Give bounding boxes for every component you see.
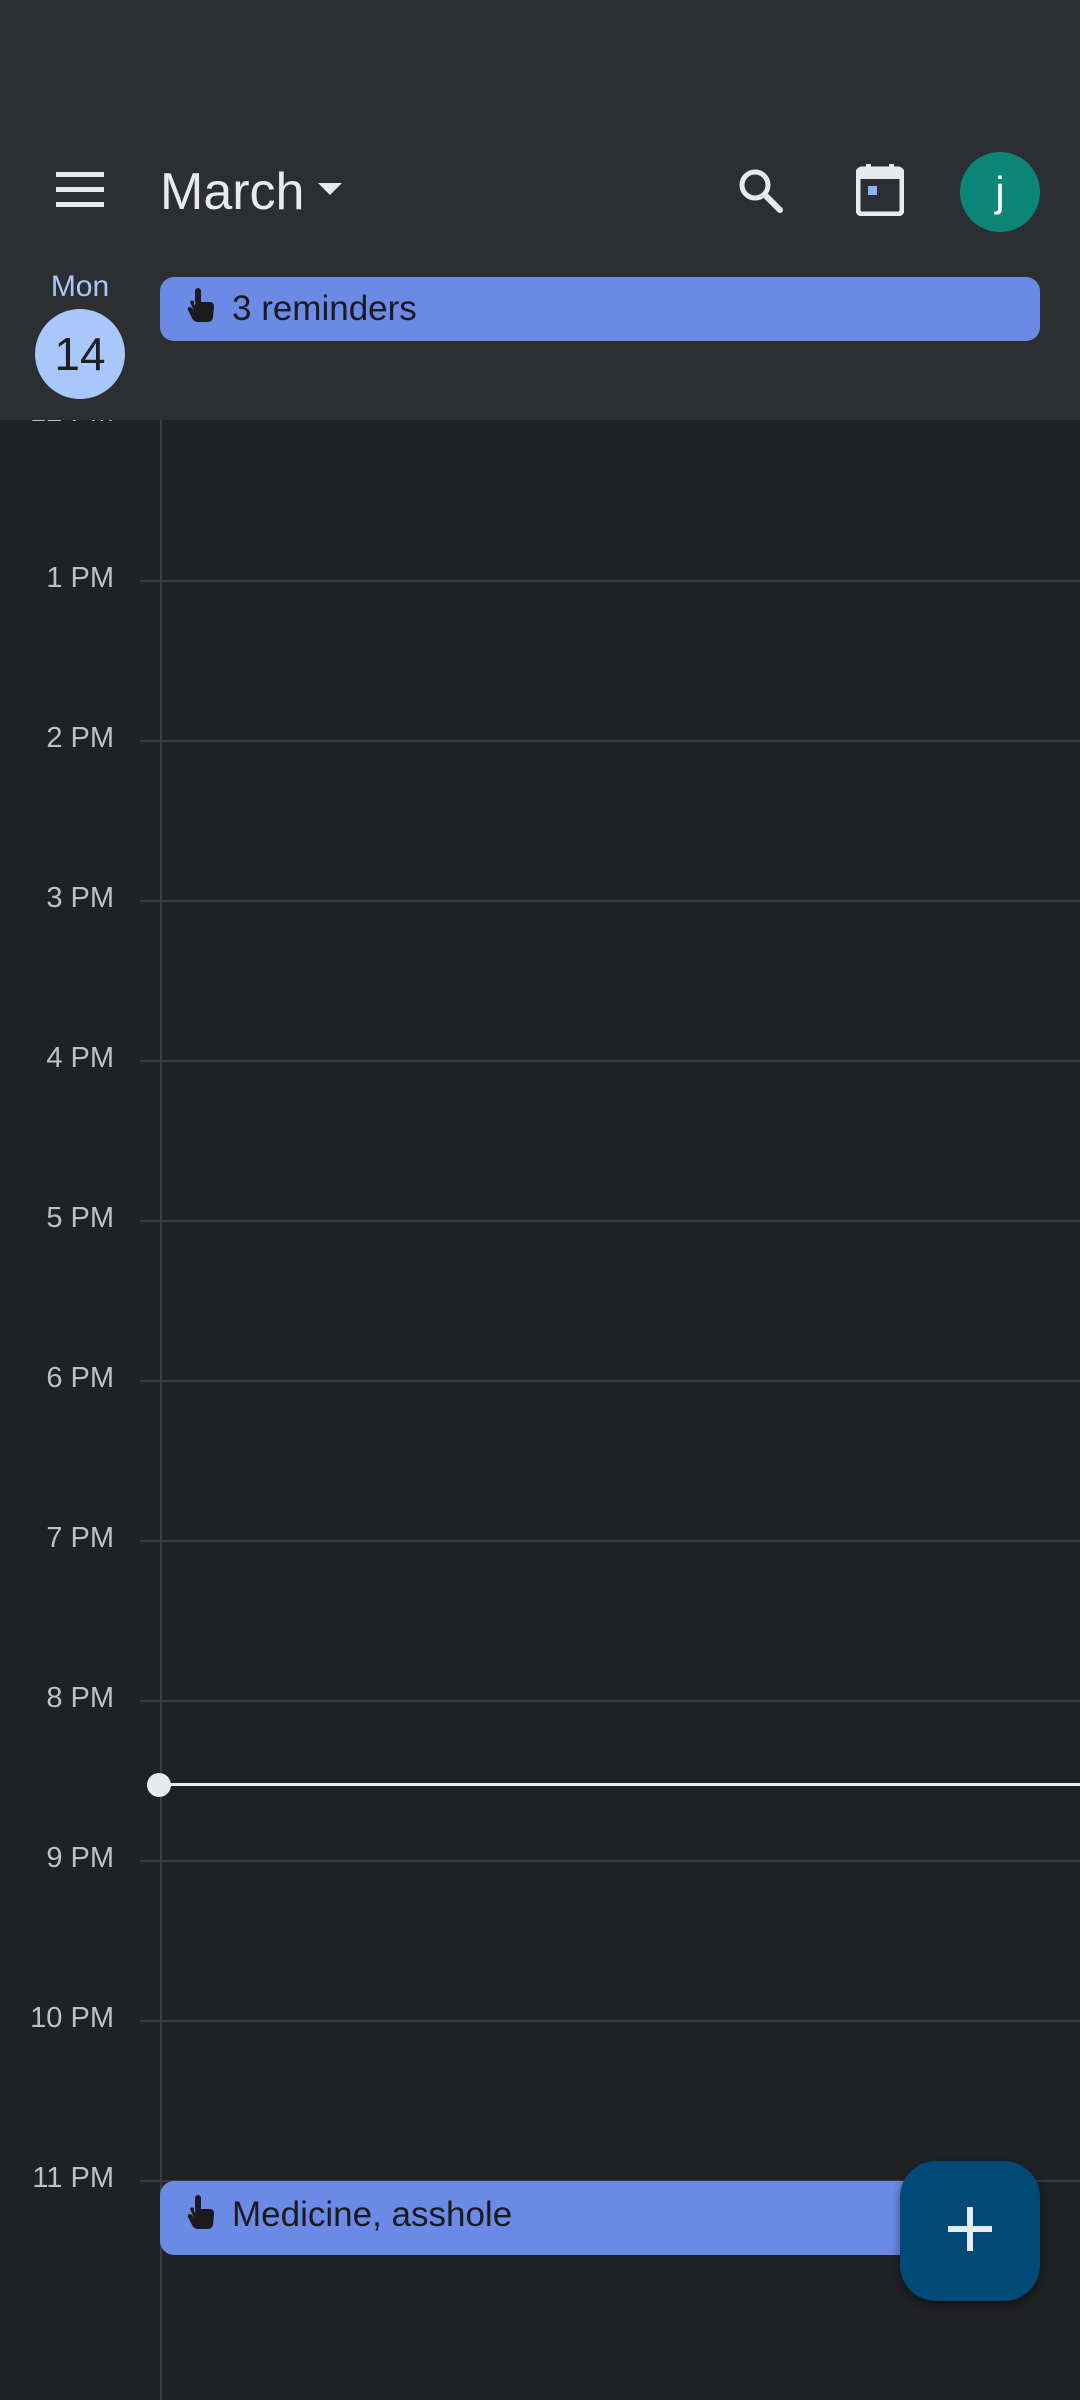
hour-gridline [140, 1220, 1080, 1222]
hour-label: 6 PM [46, 1362, 114, 1394]
hour-gridline [140, 580, 1080, 582]
hour-label: 11 PM [32, 2162, 114, 2194]
search-icon [736, 166, 784, 219]
event-title: Medicine, asshole [232, 2195, 513, 2234]
current-time-line [160, 1783, 1080, 1786]
hour-gridline [140, 900, 1080, 902]
jump-to-today-button[interactable] [840, 150, 920, 234]
reminder-hand-icon [186, 2195, 232, 2238]
reminder-hand-icon [186, 287, 232, 331]
plus-icon [948, 2206, 992, 2256]
hour-label: 10 PM [30, 2002, 114, 2034]
hour-label: 1 PM [46, 562, 114, 594]
hour-gridline [140, 1860, 1080, 1862]
event-chip[interactable]: Medicine, asshole [160, 2181, 920, 2255]
search-button[interactable] [720, 150, 800, 234]
account-avatar[interactable]: j [960, 152, 1040, 232]
current-time-dot [147, 1773, 171, 1797]
hour-gridline [140, 740, 1080, 742]
hour-label: 5 PM [46, 1202, 114, 1234]
create-event-button[interactable] [900, 2161, 1040, 2301]
hamburger-menu-icon [56, 171, 104, 213]
hour-label: 8 PM [46, 1682, 114, 1714]
hour-label: 4 PM [46, 1042, 114, 1074]
hour-label: 7 PM [46, 1522, 114, 1554]
hour-label: 3 PM [46, 882, 114, 914]
reminders-label: 3 reminders [232, 289, 417, 328]
main-menu-button[interactable] [40, 152, 120, 232]
day-number[interactable]: 14 [35, 309, 125, 399]
reminders-chip[interactable]: 3 reminders [160, 277, 1040, 341]
app-bar: March j Mon 14 3 reminders [0, 0, 1080, 420]
day-timeline[interactable]: 12 PM 1 PM 2 PM 3 PM 4 PM 5 PM 6 PM 7 PM… [0, 396, 1080, 2400]
hour-label: 2 PM [46, 722, 114, 754]
hour-gridline [140, 1060, 1080, 1062]
hour-gridline [140, 1700, 1080, 1702]
hour-gridline [140, 1540, 1080, 1542]
calendar-today-icon [855, 163, 905, 221]
day-of-week: Mon [50, 270, 110, 303]
month-selector[interactable]: March [160, 150, 343, 234]
hour-gridline [140, 2020, 1080, 2022]
hour-label: 9 PM [46, 1842, 114, 1874]
chevron-down-icon [318, 182, 343, 202]
hour-gridline [140, 1380, 1080, 1382]
day-column-divider [160, 420, 162, 2400]
month-title: March [160, 163, 305, 221]
